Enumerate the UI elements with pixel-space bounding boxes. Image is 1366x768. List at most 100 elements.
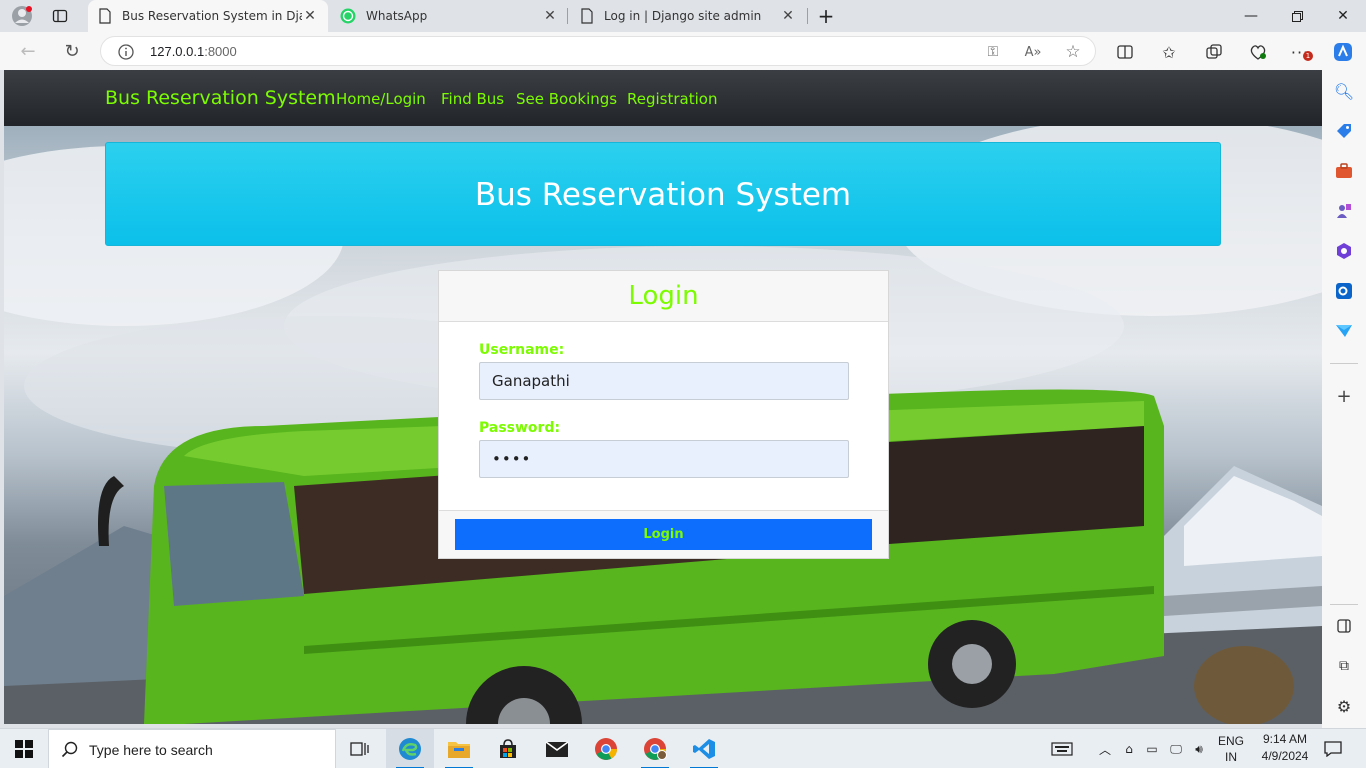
minimize-button[interactable]: — (1228, 0, 1274, 32)
refresh-button[interactable]: ↻ (56, 37, 88, 65)
tab-separator (807, 8, 808, 24)
browser-essentials-icon[interactable] (1247, 41, 1269, 63)
tab-actions-button[interactable] (46, 4, 74, 28)
split-screen-icon[interactable] (1114, 41, 1136, 63)
vscode-icon (693, 739, 715, 759)
restore-button[interactable] (1274, 0, 1320, 32)
login-card: Login Username: Ganapathi Password: ••••… (438, 270, 889, 559)
back-button[interactable]: ← (12, 37, 44, 65)
battery-icon[interactable]: ▭ (1142, 739, 1162, 759)
drop-icon[interactable] (1334, 321, 1354, 341)
taskbar-app-chrome-profile[interactable] (631, 729, 679, 768)
tab-bus-reservation[interactable]: Bus Reservation System in Django ✕ (88, 0, 328, 32)
url-host: 127.0.0.1 (150, 44, 205, 59)
site-brand[interactable]: Bus Reservation System (105, 87, 336, 109)
collections-icon[interactable] (1203, 41, 1225, 63)
taskbar-search-box[interactable]: Type here to search (48, 729, 336, 768)
sidebar-settings-gear-icon[interactable]: ⚙ (1334, 696, 1354, 716)
language-indicator[interactable]: ENG IN (1214, 734, 1248, 764)
close-tab-icon[interactable]: ✕ (780, 8, 796, 24)
open-external-icon[interactable]: ⧉ (1334, 656, 1354, 676)
tab-django-admin[interactable]: Log in | Django site admin ✕ (570, 0, 806, 32)
url-port: :8000 (204, 44, 237, 59)
sidebar-divider (1330, 604, 1358, 605)
microsoft-365-icon[interactable] (1334, 241, 1354, 261)
taskbar-app-vscode[interactable] (680, 729, 728, 768)
language-code: ENG (1217, 734, 1244, 748)
copilot-icon[interactable] (1332, 41, 1354, 63)
taskbar-app-store[interactable] (484, 729, 532, 768)
clock[interactable]: 9:14 AM 4/9/2024 (1250, 732, 1320, 763)
key-icon[interactable]: ⚿ (983, 42, 1003, 62)
chrome-icon (595, 738, 617, 760)
add-sidebar-app-icon[interactable]: + (1334, 386, 1354, 407)
edge-icon (399, 738, 421, 760)
close-tab-icon[interactable]: ✕ (302, 8, 318, 24)
password-label: Password: (479, 420, 561, 436)
volume-icon[interactable]: 🔊︎ (1189, 739, 1209, 759)
keyboard-layout-icon[interactable] (1050, 739, 1074, 759)
banner-title: Bus Reservation System (474, 177, 852, 213)
tab-whatsapp[interactable]: WhatsApp ✕ (330, 0, 568, 32)
taskbar-app-file-explorer[interactable] (435, 729, 483, 768)
nav-link-registration[interactable]: Registration (627, 90, 717, 108)
hero-banner: Bus Reservation System (105, 142, 1221, 246)
close-window-button[interactable]: ✕ (1320, 0, 1366, 32)
windows-logo-icon (15, 740, 33, 758)
outlook-icon[interactable] (1334, 281, 1354, 301)
nav-link-find-bus[interactable]: Find Bus (441, 90, 504, 108)
address-bar-row: ← ↻ 127.0.0.1:8000 ⚿ A» ☆ ✩ ··· 1 (0, 32, 1366, 70)
windows-taskbar: Type here to search ︿ ⌂ ▭ 🖵︎ 🔊︎ ENG IN 9… (0, 728, 1366, 768)
password-input[interactable]: •••• (479, 440, 849, 478)
tools-icon[interactable] (1334, 161, 1354, 181)
tab-actions-icon (52, 9, 68, 23)
mail-icon (545, 741, 569, 757)
clock-time: 9:14 AM (1262, 732, 1308, 746)
profile-icon (12, 6, 32, 26)
favorite-star-icon[interactable]: ☆ (1063, 42, 1083, 62)
taskbar-app-edge[interactable] (386, 729, 434, 768)
search-placeholder: Type here to search (89, 742, 213, 758)
login-card-footer: Login (439, 510, 888, 558)
tab-title: Bus Reservation System in Django (122, 9, 302, 23)
username-input[interactable]: Ganapathi (479, 362, 849, 400)
back-arrow-icon: ← (20, 40, 36, 62)
network-icon[interactable]: 🖵︎ (1166, 739, 1186, 759)
nav-link-home-login[interactable]: Home/Login (336, 90, 426, 108)
new-tab-button[interactable]: + (812, 4, 840, 28)
sidebar-divider (1330, 363, 1358, 364)
show-hidden-icons-chevron-icon[interactable]: ︿ (1095, 739, 1115, 759)
task-view-button[interactable] (336, 729, 384, 768)
url-text: 127.0.0.1:8000 (150, 44, 237, 59)
start-button[interactable] (0, 729, 48, 768)
notifications-icon[interactable] (1323, 739, 1343, 759)
login-button[interactable]: Login (455, 519, 872, 550)
settings-more-icon[interactable]: ··· 1 (1289, 41, 1313, 63)
search-icon[interactable]: 🔍︎ (1334, 81, 1354, 101)
tab-separator (567, 8, 568, 24)
whatsapp-icon (340, 8, 356, 24)
tab-title: WhatsApp (366, 9, 428, 23)
site-info-icon[interactable] (117, 43, 135, 61)
page-icon (99, 8, 111, 24)
refresh-icon: ↻ (64, 40, 80, 62)
url-bar[interactable]: 127.0.0.1:8000 ⚿ A» ☆ (100, 36, 1096, 66)
login-card-title: Login (628, 281, 699, 311)
profile-avatar[interactable] (8, 4, 36, 28)
taskbar-app-chrome[interactable] (582, 729, 630, 768)
nav-link-see-bookings[interactable]: See Bookings (516, 90, 617, 108)
search-icon (61, 741, 78, 758)
meet-now-icon[interactable]: ⌂ (1119, 739, 1139, 759)
taskbar-app-mail[interactable] (533, 729, 581, 768)
folder-icon (448, 742, 470, 758)
tab-strip: Bus Reservation System in Django ✕ Whats… (0, 0, 1366, 32)
close-tab-icon[interactable]: ✕ (542, 8, 558, 24)
page-viewport: Bus Reservation System Home/Login Find B… (4, 70, 1322, 724)
games-icon[interactable] (1334, 201, 1354, 221)
plus-icon: + (817, 4, 835, 28)
read-aloud-icon[interactable]: A» (1023, 42, 1043, 62)
shopping-tag-icon[interactable] (1334, 121, 1354, 141)
clock-date: 4/9/2024 (1261, 749, 1309, 763)
favorites-icon[interactable]: ✩ (1158, 41, 1180, 63)
hide-sidebar-icon[interactable] (1334, 616, 1354, 636)
